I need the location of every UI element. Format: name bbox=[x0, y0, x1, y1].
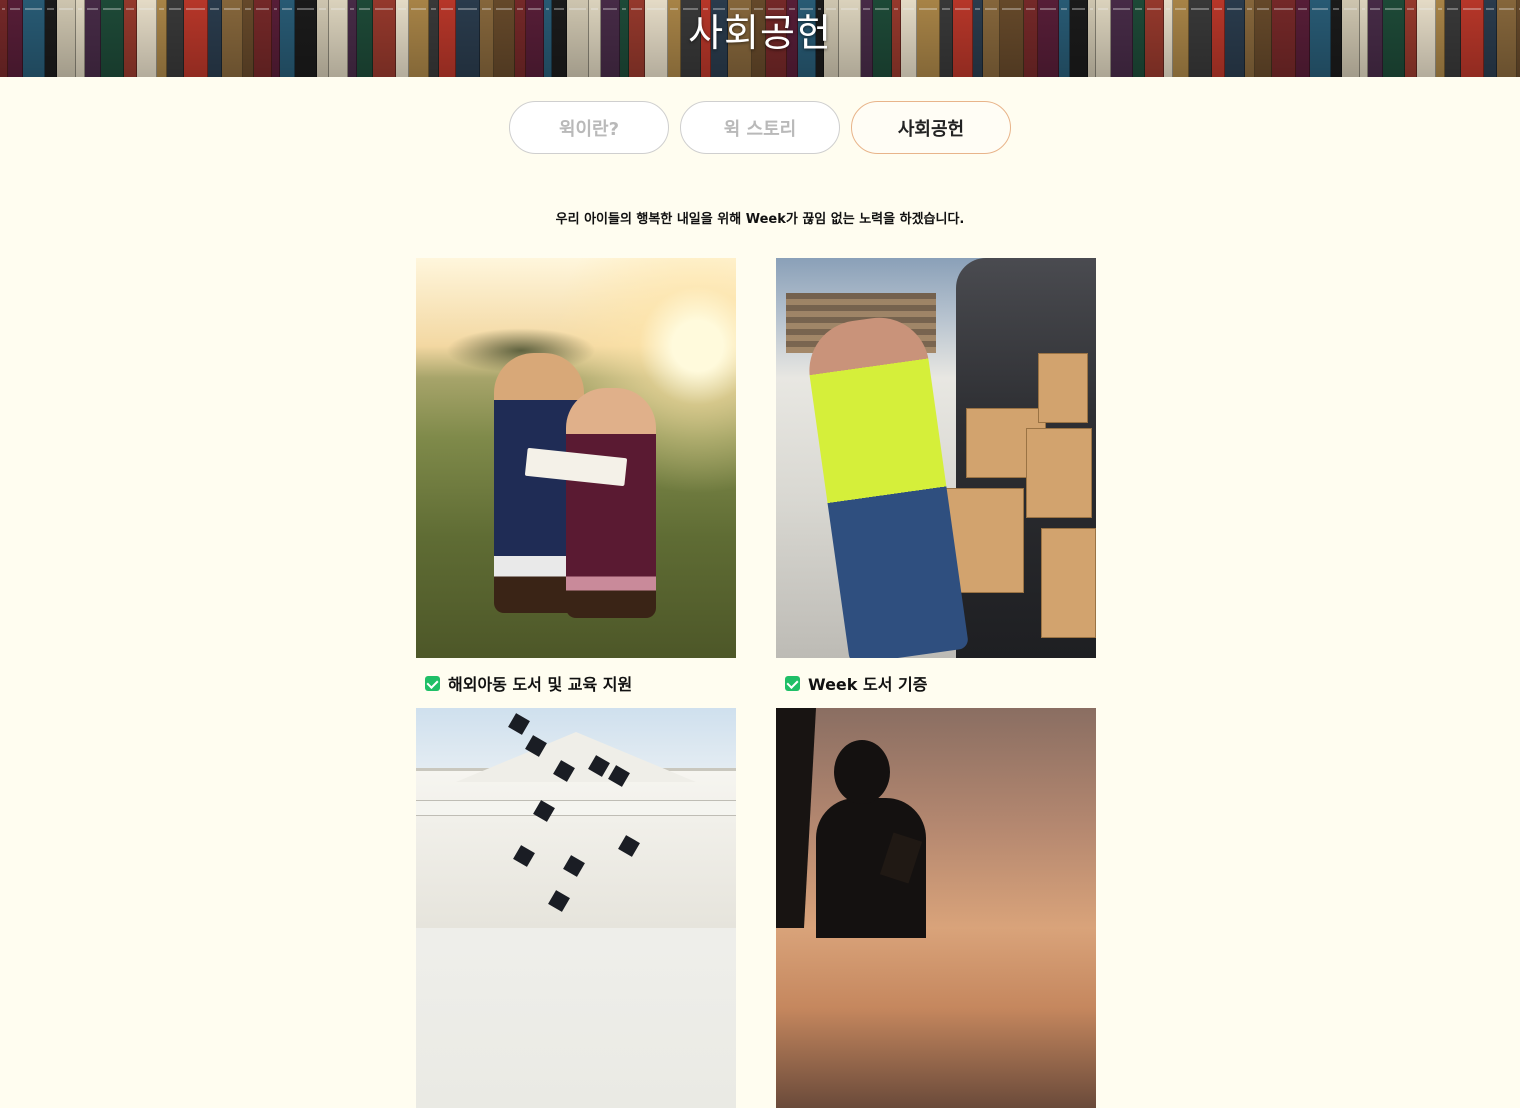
silhouette-reading-photo bbox=[776, 708, 1096, 1108]
card-book-donation[interactable]: Week 도서 기증 bbox=[776, 258, 1096, 708]
page-title: 사회공헌 bbox=[688, 11, 832, 55]
tab-what-is-week[interactable]: 윅이란? bbox=[509, 101, 669, 154]
tab-social-contribution[interactable]: 사회공헌 bbox=[851, 101, 1011, 154]
card-caption: Week 도서 기증 bbox=[776, 658, 1096, 708]
section-tabs: 윅이란? 윅 스토리 사회공헌 bbox=[509, 101, 1011, 154]
card-caption-text: 해외아동 도서 및 교육 지원 bbox=[448, 675, 633, 694]
tab-week-story[interactable]: 윅 스토리 bbox=[680, 101, 840, 154]
card-caption-text: Week 도서 기증 bbox=[808, 675, 928, 694]
hero-banner: 사회공헌 bbox=[0, 0, 1520, 77]
card-overseas-support[interactable]: 해외아동 도서 및 교육 지원 bbox=[416, 258, 736, 708]
card-education[interactable] bbox=[416, 708, 736, 1108]
card-caption: 해외아동 도서 및 교육 지원 bbox=[416, 658, 736, 708]
card-reading[interactable] bbox=[776, 708, 1096, 1108]
check-icon bbox=[425, 675, 440, 691]
loading-boxes-photo bbox=[776, 258, 1096, 658]
check-icon bbox=[785, 675, 800, 691]
graduation-photo bbox=[416, 708, 736, 1108]
children-reading-photo bbox=[416, 258, 736, 658]
intro-text: 우리 아이들의 행복한 내일을 위해 Week가 끊임 없는 노력을 하겠습니다… bbox=[555, 212, 965, 227]
